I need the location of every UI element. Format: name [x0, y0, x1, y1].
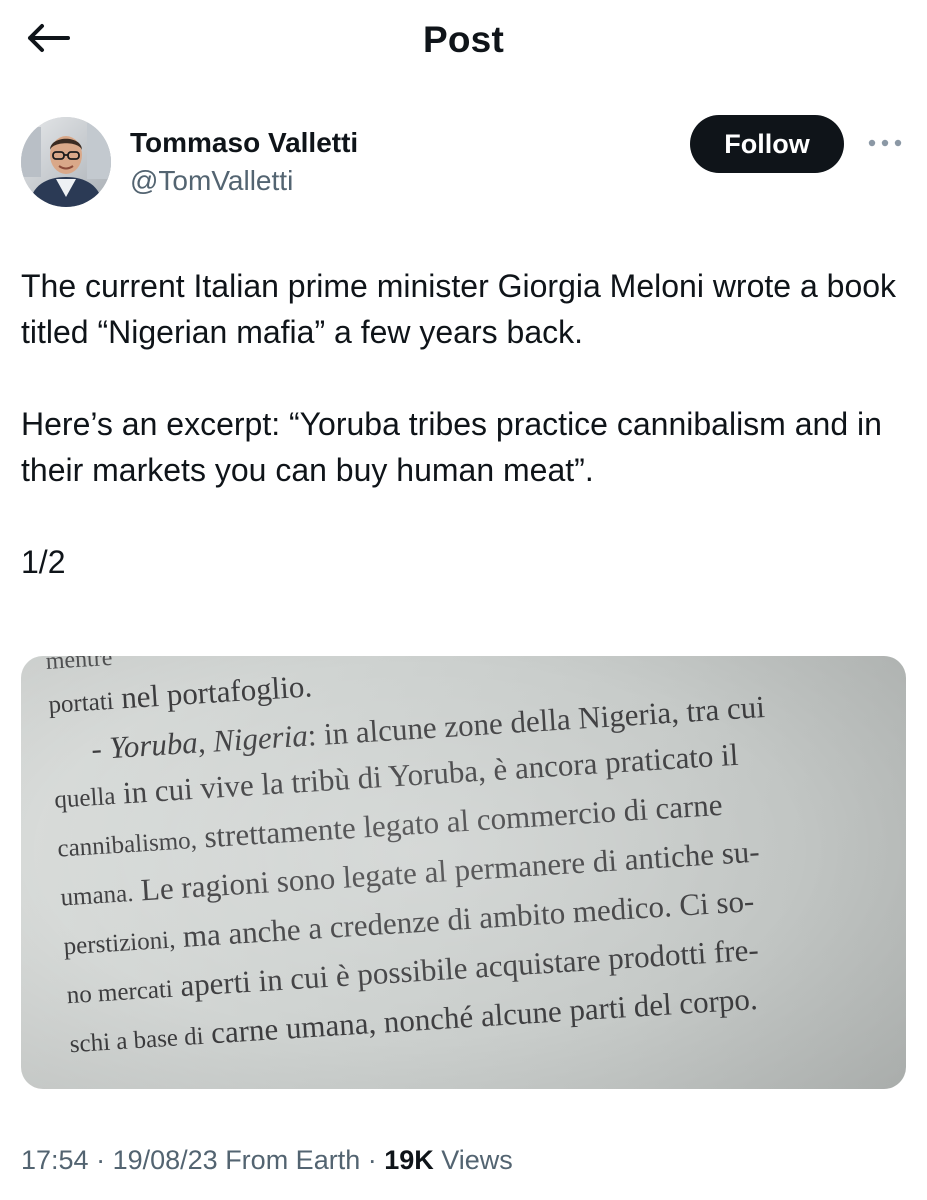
top-bar: Post [0, 0, 927, 82]
views-label: Views [433, 1145, 513, 1175]
follow-button[interactable]: Follow [690, 115, 844, 173]
author-handle[interactable]: @TomValletti [130, 164, 293, 198]
thread-counter: 1/2 [21, 544, 66, 580]
meta-separator: · [360, 1145, 385, 1175]
tweet-paragraph: The current Italian prime minister Giorg… [21, 268, 897, 350]
avatar[interactable] [21, 117, 111, 207]
book-page-text: mentre portati nel portafoglio. - Yoruba… [45, 656, 906, 1068]
tweet-text: The current Italian prime minister Giorg… [21, 263, 911, 585]
author-name[interactable]: Tommaso Valletti [130, 126, 358, 160]
views-count[interactable]: 19K [384, 1145, 434, 1175]
meta-separator: · [88, 1145, 113, 1175]
tweet-photo[interactable]: mentre portati nel portafoglio. - Yoruba… [21, 656, 906, 1089]
post-source: From Earth [217, 1145, 361, 1175]
page-title: Post [423, 19, 504, 60]
tweet-paragraph: Here’s an excerpt: “Yoruba tribes practi… [21, 406, 882, 488]
more-horizontal-icon [867, 135, 903, 153]
tweet-meta: 17:54 · 19/08/23 From Earth · 19K Views [21, 1143, 513, 1177]
more-options-button[interactable] [862, 128, 908, 160]
timestamp-time[interactable]: 17:54 [21, 1145, 89, 1175]
timestamp-date[interactable]: 19/08/23 [113, 1145, 218, 1175]
